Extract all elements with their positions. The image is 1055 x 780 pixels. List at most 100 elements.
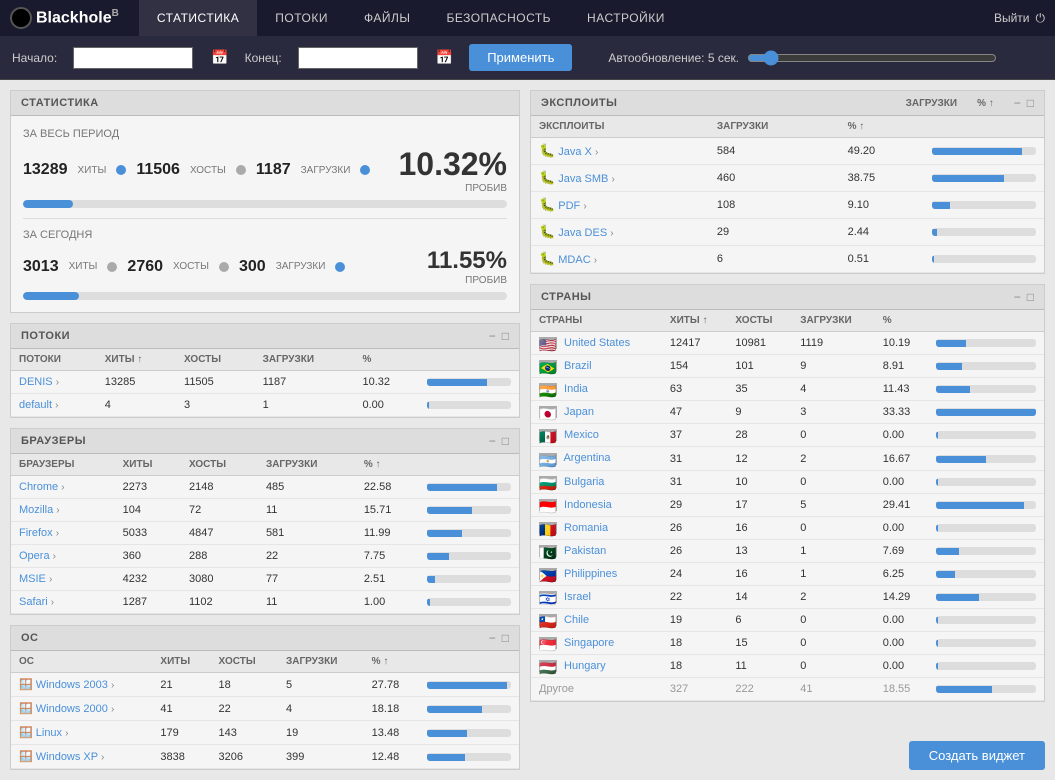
- end-date-input[interactable]: [298, 47, 418, 69]
- country-name[interactable]: 🇯🇵 Japan: [531, 401, 662, 424]
- os-pct: 12.48: [364, 745, 419, 769]
- country-bar: [928, 401, 1044, 424]
- country-name[interactable]: 🇸🇬 Singapore: [531, 632, 662, 655]
- apply-button[interactable]: Применить: [469, 44, 572, 71]
- os-minimize[interactable]: −: [489, 632, 496, 644]
- browser-name[interactable]: Opera ›: [11, 545, 115, 568]
- browsers-expand[interactable]: □: [502, 435, 509, 447]
- browsers-minimize[interactable]: −: [489, 435, 496, 447]
- stream-name[interactable]: DENIS ›: [11, 371, 97, 394]
- country-downloads: 0: [792, 470, 875, 493]
- browser-name[interactable]: Mozilla ›: [11, 499, 115, 522]
- total-percent: 10.32%: [398, 146, 507, 183]
- stream-name[interactable]: default ›: [11, 394, 97, 417]
- stream-hosts: 3: [176, 394, 255, 417]
- today-downloads-label: ЗАГРУЗКИ: [276, 261, 326, 272]
- country-pct: 6.25: [875, 562, 928, 585]
- country-name[interactable]: 🇧🇷 Brazil: [531, 355, 662, 378]
- os-hosts: 18: [211, 673, 278, 697]
- exploits-minimize[interactable]: −: [1014, 97, 1021, 109]
- col-country-bar: [928, 310, 1044, 332]
- nav-files[interactable]: ФАЙЛЫ: [346, 0, 429, 36]
- os-name[interactable]: 🪟 Windows 2000 ›: [11, 697, 152, 721]
- country-name[interactable]: 🇭🇺 Hungary: [531, 655, 662, 678]
- exploit-name[interactable]: 🐛 Java DES ›: [531, 219, 709, 246]
- browser-name[interactable]: Safari ›: [11, 591, 115, 614]
- streams-minimize[interactable]: −: [489, 330, 496, 342]
- table-row: Firefox › 5033 4847 581 11.99: [11, 522, 519, 545]
- country-name[interactable]: 🇵🇭 Philippines: [531, 562, 662, 585]
- exploit-name[interactable]: 🐛 MDAC ›: [531, 246, 709, 273]
- col-country-hits: ХИТЫ ↑: [662, 310, 727, 332]
- browser-pct: 7.75: [356, 545, 419, 568]
- table-row: 🇵🇭 Philippines 24 16 1 6.25: [531, 562, 1044, 585]
- today-downloads-count: 300: [239, 258, 266, 276]
- streams-expand[interactable]: □: [502, 330, 509, 342]
- col-browser-downloads: ЗАГРУЗКИ: [258, 454, 356, 476]
- total-pct-label: ПРОБИВ: [398, 183, 507, 194]
- exploit-pct: 49.20: [840, 138, 924, 165]
- os-hits: 179: [152, 721, 210, 745]
- exploit-name[interactable]: 🐛 Java X ›: [531, 138, 709, 165]
- start-date-input[interactable]: [73, 47, 193, 69]
- start-calendar-icon[interactable]: 📅: [211, 49, 228, 66]
- today-progress-bar: [23, 292, 507, 300]
- logout-button[interactable]: Выйти ⏻: [994, 11, 1045, 26]
- exploit-name[interactable]: 🐛 Java SMB ›: [531, 165, 709, 192]
- col-exploits-downloads-hdr: ЗАГРУЗКИ: [906, 98, 957, 109]
- table-row: Opera › 360 288 22 7.75: [11, 545, 519, 568]
- os-name[interactable]: 🪟 Windows XP ›: [11, 745, 152, 769]
- browser-name[interactable]: Firefox ›: [11, 522, 115, 545]
- country-bar: [928, 609, 1044, 632]
- nav-statistics[interactable]: СТАТИСТИКА: [139, 0, 257, 36]
- country-name[interactable]: 🇮🇩 Indonesia: [531, 493, 662, 516]
- country-name[interactable]: 🇦🇷 Argentina: [531, 447, 662, 470]
- nav-settings[interactable]: НАСТРОЙКИ: [569, 0, 683, 36]
- downloads-toggle-indicator: [360, 165, 370, 175]
- country-hosts: 222: [727, 678, 792, 701]
- browser-name[interactable]: Chrome ›: [11, 476, 115, 499]
- country-hits: 154: [662, 355, 727, 378]
- browser-bar: [419, 522, 519, 545]
- create-widget-button[interactable]: Создать виджет: [909, 741, 1045, 770]
- country-name[interactable]: 🇷🇴 Romania: [531, 516, 662, 539]
- end-calendar-icon[interactable]: 📅: [436, 49, 453, 66]
- country-downloads: 1: [792, 539, 875, 562]
- exploit-name[interactable]: 🐛 PDF ›: [531, 192, 709, 219]
- exploit-bar: [924, 165, 1044, 192]
- country-bar: [928, 424, 1044, 447]
- countries-header: СТРАНЫ − □: [531, 285, 1044, 310]
- browser-bar: [419, 591, 519, 614]
- country-name[interactable]: 🇺🇸 United States: [531, 332, 662, 355]
- exploit-pct: 2.44: [840, 219, 924, 246]
- browsers-panel: БРАУЗЕРЫ − □ БРАУЗЕРЫ ХИТЫ ХОСТЫ ЗАГРУЗК…: [10, 428, 520, 615]
- country-hits: 26: [662, 516, 727, 539]
- country-name[interactable]: 🇧🇬 Bulgaria: [531, 470, 662, 493]
- stream-bar: [419, 371, 519, 394]
- os-name[interactable]: 🪟 Windows 2003 ›: [11, 673, 152, 697]
- browser-downloads: 11: [258, 499, 356, 522]
- exploits-expand[interactable]: □: [1027, 97, 1034, 109]
- nav-security[interactable]: БЕЗОПАСНОСТЬ: [428, 0, 569, 36]
- autoupdate-slider[interactable]: [747, 50, 997, 66]
- nav-streams[interactable]: ПОТОКИ: [257, 0, 346, 36]
- countries-minimize[interactable]: −: [1014, 291, 1021, 303]
- streams-table-header: ПОТОКИ ХИТЫ ↑ ХОСТЫ ЗАГРУЗКИ %: [11, 349, 519, 371]
- country-name[interactable]: 🇮🇱 Israel: [531, 586, 662, 609]
- country-name[interactable]: 🇵🇰 Pakistan: [531, 539, 662, 562]
- col-streams-hosts: ХОСТЫ: [176, 349, 255, 371]
- stats-total-row: 13289 ХИТЫ 11506 ХОСТЫ 1187 ЗАГРУЗКИ 10.…: [23, 146, 507, 194]
- streams-table: ПОТОКИ ХИТЫ ↑ ХОСТЫ ЗАГРУЗКИ % DENIS › 1…: [11, 349, 519, 417]
- os-name[interactable]: 🪟 Linux ›: [11, 721, 152, 745]
- countries-expand[interactable]: □: [1027, 291, 1034, 303]
- country-name[interactable]: 🇲🇽 Mexico: [531, 424, 662, 447]
- table-row: 🇸🇬 Singapore 18 15 0 0.00: [531, 632, 1044, 655]
- browser-name[interactable]: MSIE ›: [11, 568, 115, 591]
- country-name[interactable]: 🇨🇱 Chile: [531, 609, 662, 632]
- exploits-title: ЭКСПЛОИТЫ: [541, 97, 617, 109]
- main-content: СТАТИСТИКА ЗА ВЕСЬ ПЕРИОД 13289 ХИТЫ 115…: [0, 80, 1055, 780]
- country-name[interactable]: 🇮🇳 India: [531, 378, 662, 401]
- country-pct: 16.67: [875, 447, 928, 470]
- browser-hits: 5033: [115, 522, 181, 545]
- os-expand[interactable]: □: [502, 632, 509, 644]
